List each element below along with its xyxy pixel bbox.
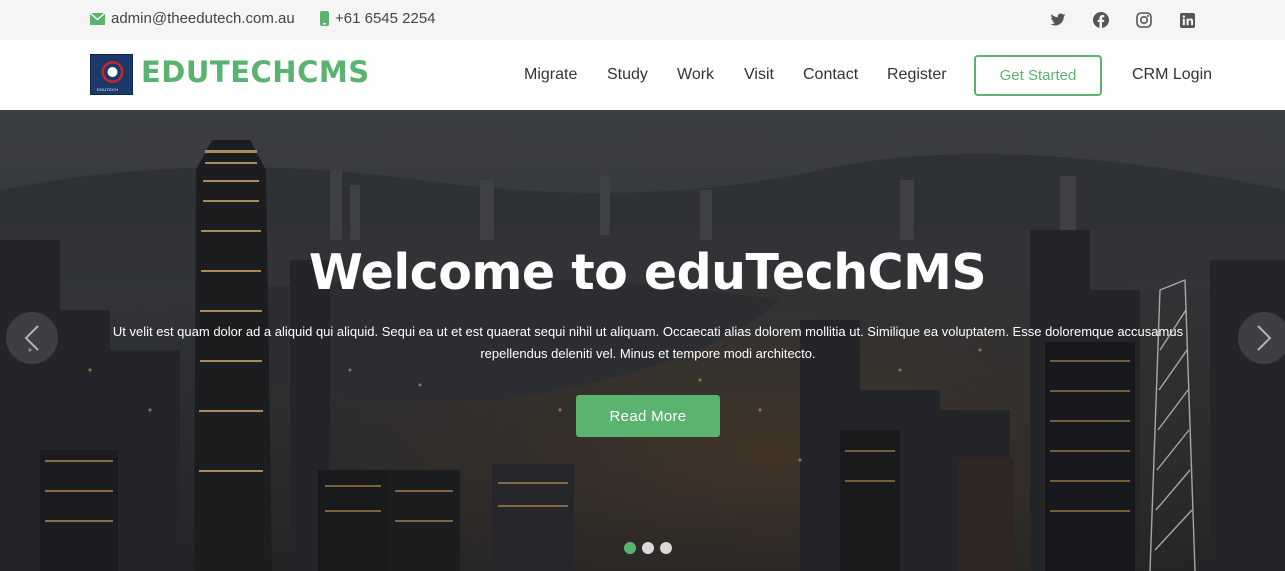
phone-contact[interactable]: +61 6545 2254 xyxy=(320,10,436,27)
chevron-right-icon xyxy=(1257,325,1272,351)
top-bar: admin@theedutech.com.au +61 6545 2254 xyxy=(0,0,1285,40)
hero-title: Welcome to eduTechCMS xyxy=(308,244,987,301)
nav-visit[interactable]: Visit xyxy=(744,66,774,84)
slide-indicator[interactable] xyxy=(660,542,672,554)
hero-slider: Welcome to eduTechCMS Ut velit est quam … xyxy=(0,110,1285,571)
envelope-icon xyxy=(90,12,105,25)
twitter-icon[interactable] xyxy=(1049,11,1067,29)
logo-caption: EDUTECH xyxy=(97,87,119,92)
instagram-icon[interactable] xyxy=(1135,11,1153,29)
phone-text: +61 6545 2254 xyxy=(335,10,436,27)
logo-text[interactable]: EDUTECHCMS xyxy=(141,55,370,89)
read-more-button[interactable]: Read More xyxy=(576,395,720,437)
nav-work[interactable]: Work xyxy=(677,66,714,84)
nav-study[interactable]: Study xyxy=(607,66,648,84)
linkedin-icon[interactable] xyxy=(1178,11,1196,29)
chevron-left-icon xyxy=(24,325,39,351)
email-text: admin@theedutech.com.au xyxy=(111,10,295,27)
crm-login-link[interactable]: CRM Login xyxy=(1132,66,1212,84)
slider-indicators xyxy=(624,542,672,554)
get-started-button[interactable]: Get Started xyxy=(974,55,1102,96)
nav-contact[interactable]: Contact xyxy=(803,66,858,84)
main-header: EDUTECH EDUTECH EDUTECHCMS Migrate Study… xyxy=(0,40,1285,110)
slide-indicator[interactable] xyxy=(624,542,636,554)
email-contact[interactable]: admin@theedutech.com.au xyxy=(90,10,295,27)
hero-description: Ut velit est quam dolor ad a aliquid qui… xyxy=(112,324,1184,361)
slider-prev-button[interactable] xyxy=(6,312,58,364)
nav-register[interactable]: Register xyxy=(887,66,947,84)
phone-icon xyxy=(320,11,329,26)
nav-migrate[interactable]: Migrate xyxy=(524,66,577,84)
slider-next-button[interactable] xyxy=(1238,312,1285,364)
facebook-icon[interactable] xyxy=(1092,11,1110,29)
logo-image[interactable]: EDUTECH EDUTECH xyxy=(90,54,133,95)
slide-indicator[interactable] xyxy=(642,542,654,554)
